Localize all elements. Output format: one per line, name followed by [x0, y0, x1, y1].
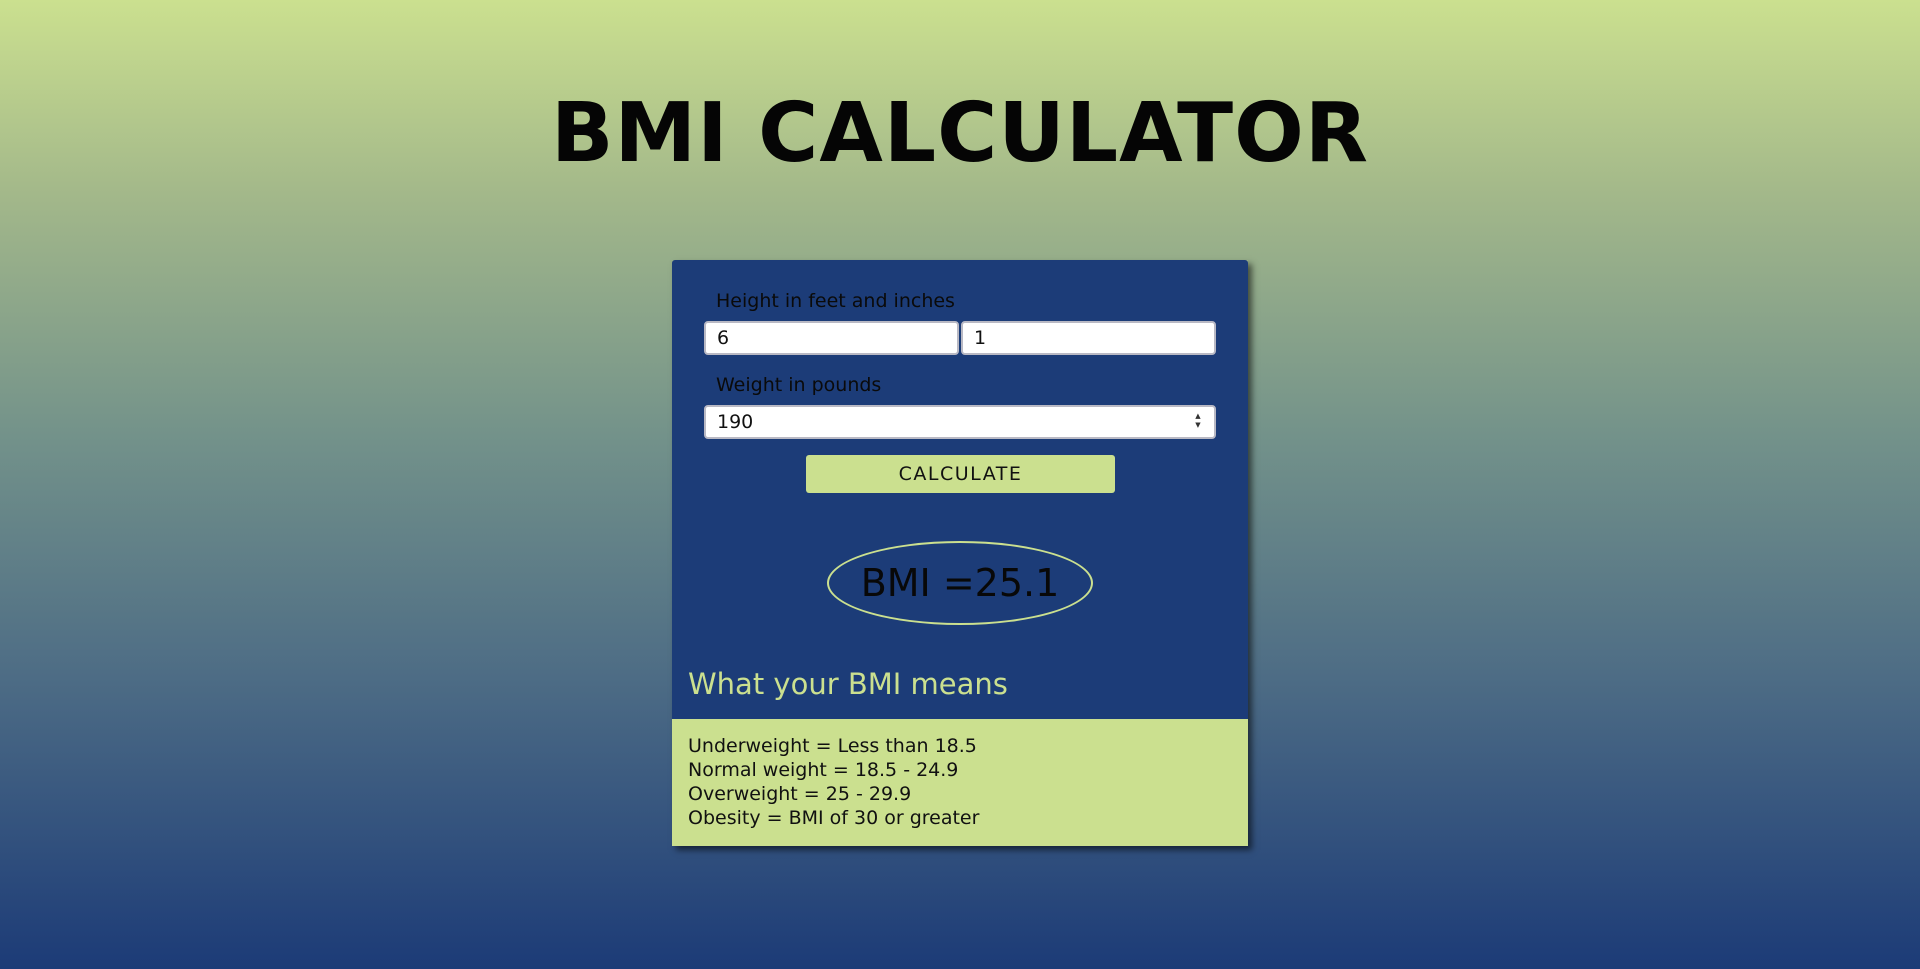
weight-label: Weight in pounds — [716, 374, 882, 396]
spinner-down-icon[interactable]: ▼ — [1192, 421, 1204, 430]
calculator-form-panel: Height in feet and inches 6 1 Weight in … — [672, 260, 1248, 719]
bmi-meaning-heading: What your BMI means — [688, 667, 1008, 701]
range-obesity: Obesity = BMI of 30 or greater — [688, 807, 980, 829]
calculate-button[interactable]: CALCULATE — [806, 455, 1115, 493]
number-spinner-icon[interactable]: ▲ ▼ — [1192, 412, 1204, 432]
range-overweight: Overweight = 25 - 29.9 — [688, 783, 912, 805]
height-label: Height in feet and inches — [716, 290, 955, 312]
range-underweight: Underweight = Less than 18.5 — [688, 735, 977, 757]
bmi-result: BMI =25.1 — [827, 541, 1093, 625]
page-title: BMI CALCULATOR — [551, 86, 1369, 181]
height-feet-input[interactable]: 6 — [704, 321, 959, 355]
weight-value: 190 — [717, 411, 754, 433]
weight-input[interactable]: 190 ▲ ▼ — [704, 405, 1216, 439]
bmi-ranges-panel: Underweight = Less than 18.5 Normal weig… — [672, 719, 1248, 846]
spinner-up-icon[interactable]: ▲ — [1192, 412, 1204, 421]
range-normal-weight: Normal weight = 18.5 - 24.9 — [688, 759, 959, 781]
bmi-calculator-card: Height in feet and inches 6 1 Weight in … — [672, 260, 1248, 846]
height-inches-input[interactable]: 1 — [961, 321, 1216, 355]
